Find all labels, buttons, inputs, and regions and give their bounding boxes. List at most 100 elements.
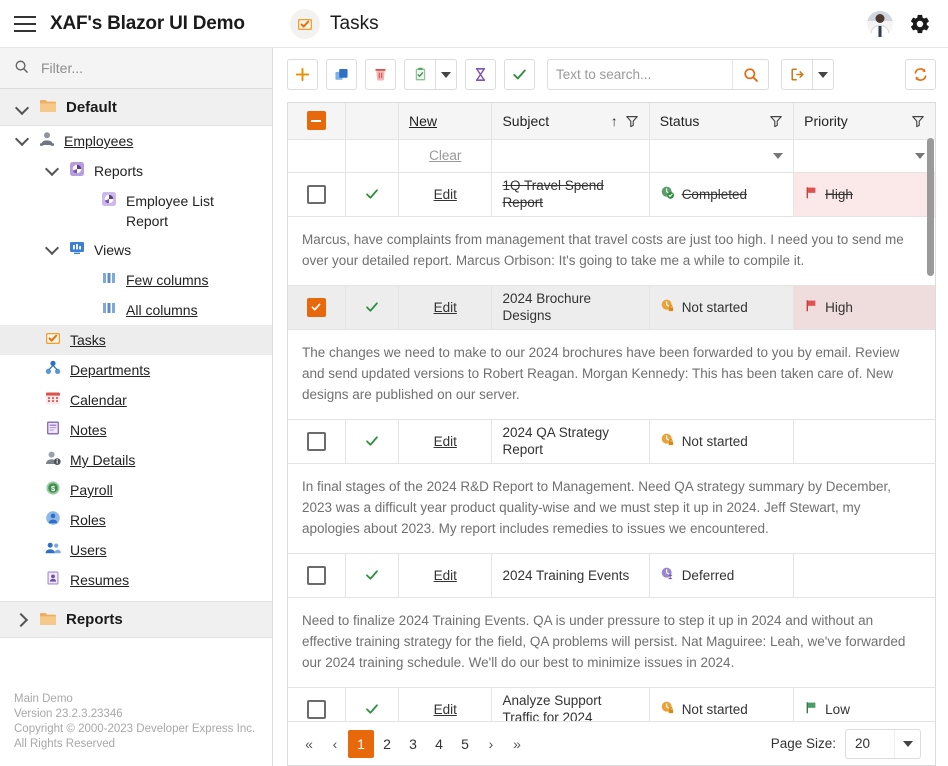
- sidebar-item-tasks[interactable]: Tasks: [0, 325, 272, 355]
- select-all-checkbox[interactable]: [306, 111, 326, 131]
- description-text: In final stages of the 2024 R&D Report t…: [288, 463, 935, 554]
- export-caret[interactable]: [812, 59, 834, 90]
- table-row[interactable]: Edit Analyze Support Traffic for 2024 No…: [288, 687, 935, 721]
- row-subject-cell: 1Q Travel Spend Report: [491, 172, 650, 217]
- refresh-button[interactable]: [905, 59, 936, 90]
- edit-link[interactable]: Edit: [409, 300, 481, 315]
- edit-link[interactable]: Edit: [409, 568, 481, 583]
- row-select-cell: [288, 687, 346, 721]
- edit-link[interactable]: Edit: [409, 187, 481, 202]
- next-page-button[interactable]: ›: [478, 730, 504, 758]
- row-checkbox[interactable]: [306, 184, 326, 204]
- sidebar-item-payroll[interactable]: $ Payroll: [0, 475, 272, 505]
- sidebar-item-roles[interactable]: Roles: [0, 505, 272, 535]
- export-button[interactable]: [781, 59, 812, 90]
- row-checkbox[interactable]: [306, 699, 326, 719]
- row-checkbox[interactable]: [306, 565, 326, 585]
- new-link[interactable]: New: [409, 113, 437, 129]
- filter-cell-select: [288, 139, 346, 173]
- sidebar-item-all-columns[interactable]: All columns: [0, 295, 272, 325]
- filter-icon[interactable]: [769, 114, 783, 128]
- filter-cell-priority[interactable]: [793, 139, 935, 173]
- tasks-icon: [290, 8, 320, 39]
- last-page-button[interactable]: »: [504, 730, 530, 758]
- prev-page-button[interactable]: ‹: [322, 730, 348, 758]
- priority-column-header[interactable]: Priority: [793, 103, 935, 140]
- set-task-button[interactable]: [404, 59, 435, 90]
- columns-icon: [100, 299, 118, 317]
- sidebar-group-reports[interactable]: Reports: [0, 601, 272, 638]
- sidebar-group-default[interactable]: Default: [0, 89, 272, 126]
- sidebar-item-departments[interactable]: Departments: [0, 355, 272, 385]
- page-button-4[interactable]: 4: [426, 730, 452, 758]
- my-details-icon: [44, 449, 62, 467]
- page-button-1[interactable]: 1: [348, 729, 374, 758]
- user-avatar[interactable]: [867, 10, 893, 37]
- header-row: New Subject ↑ Status Priority: [288, 103, 935, 140]
- sidebar-item-views[interactable]: Views: [0, 235, 272, 265]
- sidebar-item-my-details[interactable]: My Details: [0, 445, 272, 475]
- gear-icon[interactable]: [909, 13, 931, 35]
- sidebar-item-employee-list-report[interactable]: Employee List Report: [0, 186, 272, 235]
- page-button-2[interactable]: 2: [374, 730, 400, 758]
- hamburger-icon[interactable]: [0, 0, 50, 48]
- filter-cell-subject[interactable]: [491, 139, 650, 173]
- chevron-down-icon[interactable]: [773, 152, 784, 159]
- chevron-down-icon[interactable]: [894, 729, 920, 758]
- chevron-down-icon[interactable]: [915, 152, 925, 159]
- subject-text: 2024 Brochure Designs: [502, 291, 592, 323]
- mark-completed-button[interactable]: [504, 59, 535, 90]
- sidebar-item-label: Employees: [64, 133, 134, 149]
- table-row[interactable]: Edit 1Q Travel Spend Report Completed Hi…: [288, 172, 935, 217]
- sidebar-item-calendar[interactable]: Calendar: [0, 385, 272, 415]
- sidebar-item-employees[interactable]: Employees: [0, 126, 272, 156]
- page-size-select[interactable]: 20: [845, 728, 921, 759]
- row-edit-cell: Edit: [398, 553, 493, 598]
- subject-column-header[interactable]: Subject ↑: [491, 103, 650, 140]
- chevron-down-icon: [14, 99, 30, 115]
- page-button-3[interactable]: 3: [400, 730, 426, 758]
- status-text: Completed: [681, 186, 747, 202]
- status-header-label: Status: [659, 112, 700, 129]
- row-status-cell: Not started: [649, 285, 795, 330]
- page-size-label: Page Size:: [770, 736, 836, 751]
- priority-header-label: Priority: [804, 112, 848, 129]
- table-row[interactable]: Edit 2024 Brochure Designs Not started H…: [288, 285, 935, 330]
- app-root: XAF's Blazor UI Demo Tasks Filter... Def…: [0, 0, 948, 766]
- page-button-5[interactable]: 5: [452, 730, 478, 758]
- sidebar-item-notes[interactable]: Notes: [0, 415, 272, 445]
- scrollbar-thumb[interactable]: [927, 138, 934, 276]
- clear-filter-link[interactable]: Clear: [409, 148, 481, 163]
- sidebar-item-label: My Details: [70, 452, 136, 468]
- status-not-started-icon: [660, 298, 675, 316]
- filter-icon[interactable]: [625, 114, 639, 128]
- search-icon[interactable]: [732, 60, 768, 89]
- sidebar-item-users[interactable]: Users: [0, 535, 272, 565]
- sidebar-item-reports[interactable]: Reports: [0, 156, 272, 186]
- postpone-button[interactable]: [465, 59, 496, 90]
- search-input[interactable]: [548, 60, 732, 89]
- row-select-cell: [288, 419, 346, 464]
- edit-link[interactable]: Edit: [409, 702, 481, 717]
- grid-vertical-scrollbar[interactable]: [926, 103, 935, 721]
- table-row[interactable]: Edit 2024 QA Strategy Report Not started: [288, 419, 935, 464]
- row-checkbox[interactable]: [306, 431, 326, 451]
- sidebar-filter-input[interactable]: [39, 59, 258, 77]
- new-button[interactable]: [287, 59, 318, 90]
- clone-button[interactable]: [326, 59, 357, 90]
- sidebar-item-few-columns[interactable]: Few columns: [0, 265, 272, 295]
- filter-icon[interactable]: [911, 114, 925, 128]
- first-page-button[interactable]: «: [296, 730, 322, 758]
- edit-link[interactable]: Edit: [409, 434, 481, 449]
- status-column-header[interactable]: Status: [649, 103, 795, 140]
- sidebar-item-resumes[interactable]: Resumes: [0, 565, 272, 595]
- row-status-check-cell: [345, 285, 399, 330]
- subject-text: 1Q Travel Spend Report: [502, 178, 604, 210]
- table-row[interactable]: Edit 2024 Training Events Deferred: [288, 553, 935, 598]
- grid-filter-row: Clear: [288, 139, 935, 173]
- filter-cell-status[interactable]: [649, 139, 795, 173]
- set-task-caret[interactable]: [435, 59, 457, 90]
- row-checkbox[interactable]: [306, 297, 326, 317]
- sidebar-item-label: Few columns: [126, 272, 209, 288]
- delete-button[interactable]: [365, 59, 396, 90]
